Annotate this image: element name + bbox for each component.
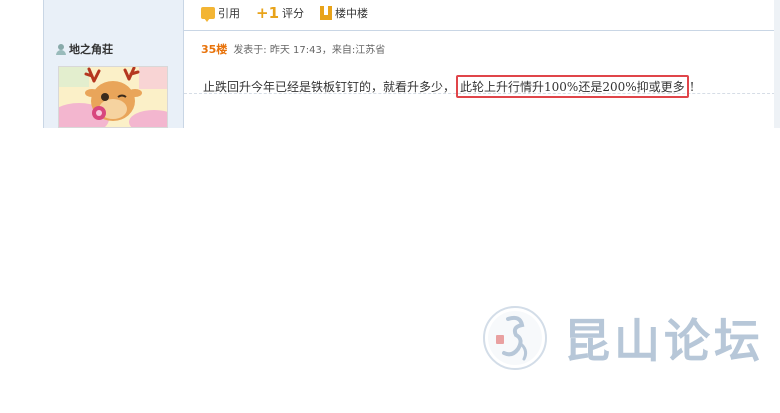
quote-label: 引用	[218, 7, 240, 20]
previous-post: 引用 +1 评分 楼中楼	[0, 0, 780, 31]
post-meta: 35楼 发表于: 昨天 17:43，来自:江苏省	[201, 41, 385, 57]
author-username[interactable]: 地之角荘	[69, 41, 113, 57]
previous-post-sidebar	[43, 0, 184, 31]
floor-number[interactable]: 35楼	[201, 41, 227, 57]
quote-icon	[201, 7, 215, 22]
forum-post: 地之角荘 35楼 发表于: 昨天 17:43，来自:江苏省 止跌回升今年已经是铁…	[0, 31, 780, 128]
reindeer-avatar-image	[59, 67, 167, 127]
post-actions: 引用 +1 评分 楼中楼	[201, 5, 384, 22]
scroll-edge	[774, 0, 780, 128]
post-text-tail: !	[689, 79, 695, 94]
floor-in-floor-label: 楼中楼	[335, 7, 369, 20]
post-content: 止跌回升今年已经是铁板钉钉的，就看升多少， 此轮上升行情升100%还是200%抑…	[203, 75, 694, 98]
rate-button[interactable]: +1 评分	[256, 5, 304, 21]
watermark: 昆山论坛	[482, 305, 764, 371]
floor-in-floor-button[interactable]: 楼中楼	[320, 5, 368, 21]
kunshan-forum-logo-icon	[482, 305, 548, 371]
highlighted-text: 此轮上升行情升100%还是200%抑或更多	[456, 75, 689, 98]
watermark-text: 昆山论坛	[564, 314, 764, 368]
post-body: 35楼 发表于: 昨天 17:43，来自:江苏省 止跌回升今年已经是铁板钉钉的，…	[184, 31, 780, 98]
floor-in-floor-icon	[320, 6, 333, 20]
quote-button[interactable]: 引用	[201, 5, 240, 22]
avatar[interactable]	[58, 66, 168, 128]
rate-plus-one-icon: +1	[256, 4, 280, 22]
author-row: 地之角荘	[56, 41, 113, 57]
post-author-sidebar: 地之角荘	[43, 31, 184, 128]
post-text: 止跌回升今年已经是铁板钉钉的，就看升多少，	[203, 80, 456, 94]
user-icon	[56, 43, 66, 55]
rate-label: 评分	[282, 7, 305, 20]
post-date-location: 发表于: 昨天 17:43，来自:江苏省	[233, 45, 386, 56]
